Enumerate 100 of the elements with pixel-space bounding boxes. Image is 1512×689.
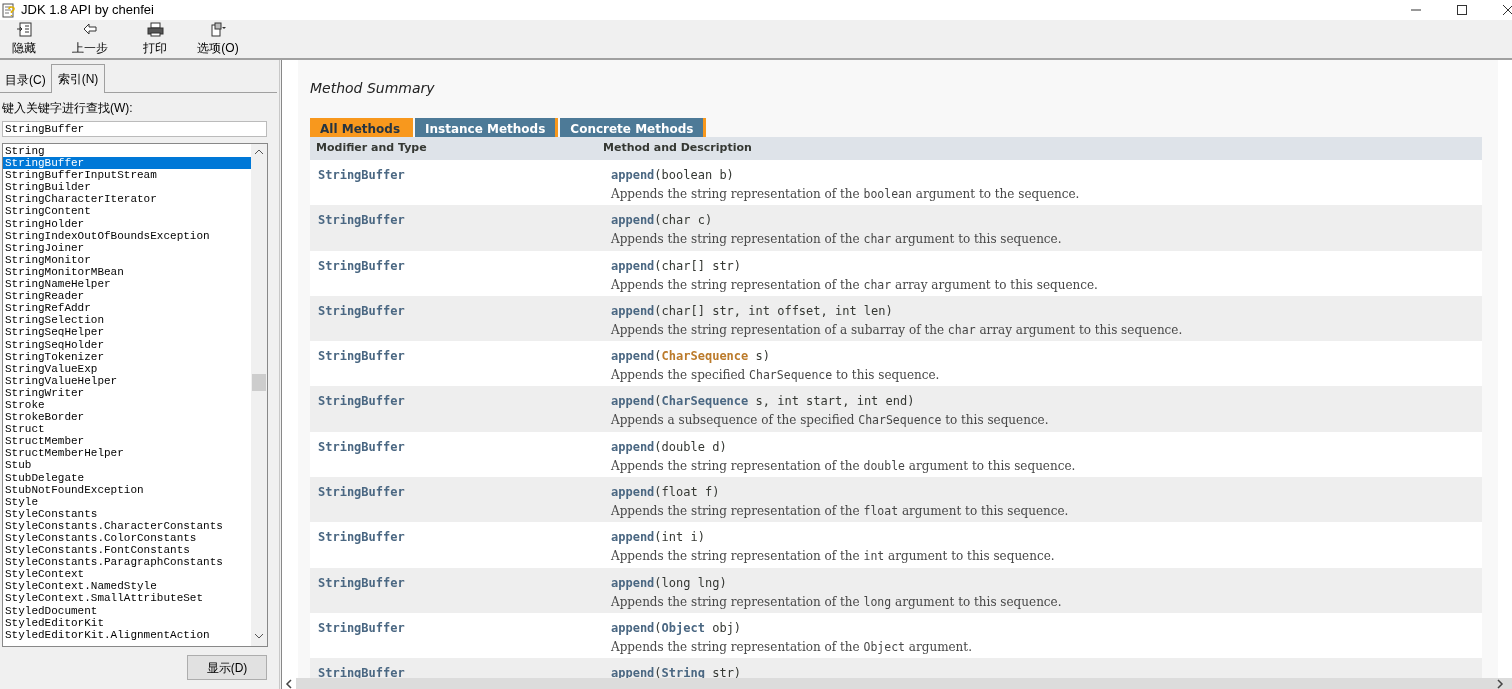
toolbar-button[interactable]: 打印	[130, 20, 180, 58]
index-item[interactable]: StrokeBorder	[3, 411, 251, 424]
method-link[interactable]: append	[611, 620, 655, 635]
index-item[interactable]: StringCharacterIterator	[3, 193, 251, 206]
scroll-right-icon[interactable]	[1496, 679, 1504, 689]
index-item[interactable]: StubNotFoundException	[3, 483, 251, 496]
type-link[interactable]: StringBuffer	[318, 211, 603, 227]
method-signature: append(char[] str)	[611, 257, 743, 272]
index-item[interactable]: StringNameHelper	[3, 278, 251, 291]
method-link[interactable]: CharSequence	[661, 394, 749, 409]
index-item[interactable]: String	[3, 145, 251, 158]
index-item[interactable]: Stroke	[3, 398, 251, 412]
method-description: Appends the string representation of the float argument to this sequence.	[611, 503, 1069, 521]
method-description: Appends the string representation of the char array argument to this sequence.	[611, 276, 1098, 294]
index-item[interactable]: StyledDocument	[3, 604, 251, 617]
method-link[interactable]: append	[611, 575, 655, 590]
method-link[interactable]: append	[611, 168, 655, 182]
method-link[interactable]: append	[611, 349, 655, 364]
scroll-up-icon[interactable]	[254, 148, 264, 155]
method-signature: append(float f)	[611, 484, 721, 499]
vertical-scrollbar[interactable]	[251, 144, 267, 646]
index-item[interactable]: StyleContext	[3, 568, 251, 581]
index-item[interactable]: StyledEditorKit	[3, 616, 251, 629]
horizontal-scrollbar[interactable]	[296, 678, 1512, 689]
back-arrow-icon	[81, 22, 99, 37]
method-tab[interactable]: All Methods	[310, 118, 414, 137]
index-item[interactable]: Style	[3, 495, 251, 508]
index-item[interactable]: StringWriter	[3, 386, 251, 399]
index-item[interactable]: StyledEditorKit.AlignmentAction	[3, 628, 251, 641]
index-item[interactable]: StubDelegate	[3, 471, 251, 484]
index-item[interactable]: Stub	[3, 459, 251, 472]
method-link[interactable]: append	[611, 439, 655, 454]
method-link[interactable]: append	[611, 530, 655, 545]
index-item[interactable]: StyleConstants.ParagraphConstants	[3, 556, 251, 569]
index-item[interactable]: StringSelection	[3, 314, 251, 327]
method-description: Appends the string representation of a subarray of the char array argument to this sequence.	[611, 321, 1183, 339]
toolbar-button[interactable]: 上一步	[56, 20, 124, 58]
index-item[interactable]: StyleContext.SmallAttributeSet	[3, 592, 251, 605]
index-item[interactable]: StringBuffer	[3, 157, 251, 170]
method-link[interactable]: append	[611, 485, 655, 500]
type-link[interactable]: StringBuffer	[318, 256, 603, 272]
type-link[interactable]: StringBuffer	[318, 528, 603, 544]
type-link[interactable]: StringBuffer	[318, 437, 603, 453]
toolbar-button[interactable]: 隐藏	[0, 20, 48, 58]
method-link[interactable]: append	[611, 394, 655, 409]
method-link[interactable]: append	[611, 213, 655, 228]
maximize-icon[interactable]	[1456, 4, 1468, 16]
index-item[interactable]: StringSeqHelper	[3, 326, 251, 339]
index-item[interactable]: StyleConstants.FontConstants	[3, 544, 251, 557]
type-link[interactable]: StringBuffer	[318, 618, 603, 634]
index-item[interactable]: StringRefAddr	[3, 302, 251, 315]
scrollbar-thumb[interactable]	[252, 374, 266, 391]
index-item[interactable]: StyleConstants	[3, 507, 251, 520]
search-field[interactable]: StringBuffer	[2, 121, 267, 137]
scroll-down-icon[interactable]	[254, 633, 264, 640]
index-item[interactable]: StringValueExp	[3, 362, 251, 375]
method-link[interactable]: CharSequence	[661, 349, 749, 364]
index-item[interactable]: StyleContext.NamedStyle	[3, 580, 251, 593]
method-tab[interactable]: Concrete Methods	[560, 118, 707, 137]
index-item[interactable]: StringValueHelper	[3, 374, 251, 387]
method-link[interactable]: append	[611, 303, 655, 318]
method-description: Appends the specified CharSequence to this sequence.	[611, 367, 940, 385]
method-signature: append(double d)	[611, 438, 728, 453]
index-item[interactable]: StructMemberHelper	[3, 447, 251, 460]
type-link[interactable]: StringBuffer	[318, 301, 603, 317]
method-link[interactable]: append	[611, 258, 655, 273]
type-link[interactable]: StringBuffer	[318, 573, 603, 589]
close-icon[interactable]	[1502, 4, 1512, 16]
method-link[interactable]: append	[611, 666, 655, 681]
index-item[interactable]: StyleConstants.ColorConstants	[3, 532, 251, 545]
index-item[interactable]: StringBufferInputStream	[3, 169, 251, 182]
index-item[interactable]: StringMonitorMBean	[3, 265, 251, 279]
type-link[interactable]: StringBuffer	[318, 392, 603, 408]
method-description: Appends a subsequence of the specified CharSequence to this sequence.	[611, 412, 1049, 430]
index-item[interactable]: StringJoiner	[3, 241, 251, 254]
type-link[interactable]: StringBuffer	[318, 166, 603, 181]
index-item[interactable]: StringContent	[3, 205, 251, 218]
index-item[interactable]: StringReader	[3, 290, 251, 303]
index-item[interactable]: StructMember	[3, 435, 251, 448]
index-item[interactable]: Struct	[3, 423, 251, 436]
type-link[interactable]: StringBuffer	[318, 664, 603, 680]
index-item[interactable]: StringSeqHolder	[3, 338, 251, 351]
display-button[interactable]: 显示(D)	[187, 655, 267, 680]
pane-tab[interactable]: 索引(N)	[50, 64, 106, 93]
type-link[interactable]: StringBuffer	[318, 483, 603, 499]
method-description: Appends the string representation of the int argument to this sequence.	[611, 548, 1055, 566]
method-tab[interactable]: Instance Methods	[415, 118, 559, 137]
index-item[interactable]: StringBuilder	[3, 181, 251, 194]
type-link[interactable]: StringBuffer	[318, 347, 603, 363]
printer-icon	[146, 22, 164, 37]
scroll-left-icon[interactable]	[285, 679, 293, 689]
index-item[interactable]: StringHolder	[3, 217, 251, 230]
section-heading: Method Summary	[310, 79, 436, 98]
index-item[interactable]: StringIndexOutOfBoundsException	[3, 229, 251, 242]
method-link[interactable]: Object	[661, 620, 705, 635]
toolbar-button[interactable]: 选项(O)	[188, 20, 248, 58]
column-header: Method and Description	[603, 140, 752, 157]
index-item[interactable]: StyleConstants.CharacterConstants	[3, 519, 251, 532]
index-item[interactable]: StringMonitor	[3, 253, 251, 266]
index-item[interactable]: StringTokenizer	[3, 350, 251, 363]
